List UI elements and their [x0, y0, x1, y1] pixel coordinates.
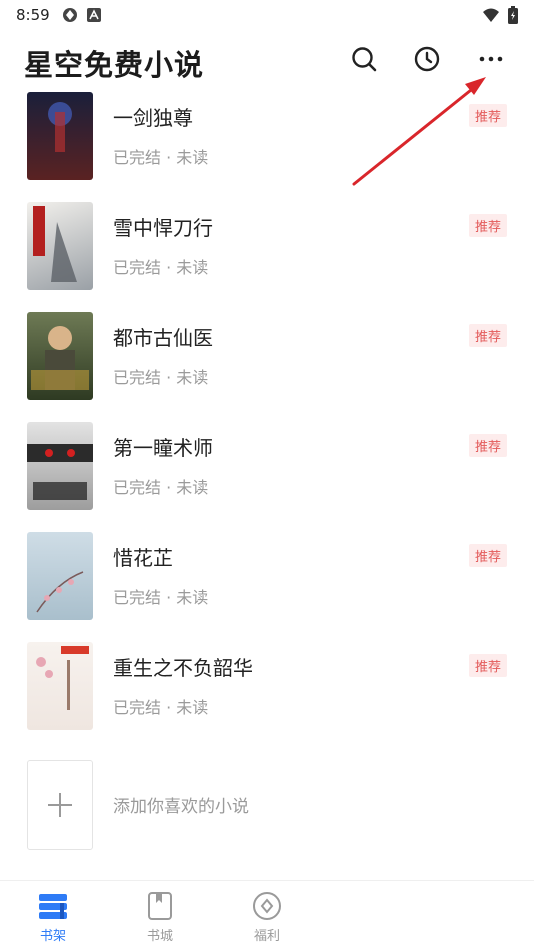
- status-time: 8:59: [16, 6, 50, 24]
- more-dots-icon: [479, 56, 503, 62]
- book-cover: [27, 312, 93, 400]
- book-title: 第一瞳术师: [113, 436, 213, 460]
- book-title: 惜花芷: [113, 546, 173, 570]
- book-title: 一剑独尊: [113, 106, 193, 130]
- history-button[interactable]: [412, 44, 442, 74]
- search-button[interactable]: [349, 44, 379, 74]
- wifi-icon: [482, 7, 500, 27]
- tab-label: 书架: [39, 929, 66, 944]
- tab-label: 书城: [146, 929, 173, 944]
- book-cover: [27, 642, 93, 730]
- recommend-badge: 推荐: [468, 434, 507, 457]
- book-row[interactable]: 第一瞳术师 已完结 · 未读 推荐: [0, 422, 534, 532]
- page-title: 星空免费小说: [24, 48, 205, 82]
- book-row[interactable]: 重生之不负韶华 已完结 · 未读 推荐: [0, 642, 534, 752]
- recommend-badge: 推荐: [468, 324, 507, 347]
- book-title: 重生之不负韶华: [113, 656, 253, 680]
- book-row[interactable]: 雪中悍刀行 已完结 · 未读 推荐: [0, 202, 534, 312]
- tab-bookstore[interactable]: 书城: [130, 891, 190, 947]
- book-status: 已完结 · 未读: [113, 698, 209, 717]
- more-button[interactable]: [476, 44, 506, 74]
- search-icon: [352, 47, 377, 72]
- recommend-badge: 推荐: [468, 214, 507, 237]
- vpn-icon: [62, 7, 78, 23]
- bookshelf-icon: [39, 894, 67, 919]
- recommend-badge: 推荐: [468, 104, 507, 127]
- book-status: 已完结 · 未读: [113, 478, 209, 497]
- book-icon: [148, 892, 172, 920]
- status-bar: 8:59: [0, 0, 534, 30]
- notification-a-icon: [86, 7, 102, 23]
- book-cover: [27, 202, 93, 290]
- book-row[interactable]: 一剑独尊 已完结 · 未读 推荐: [0, 92, 534, 202]
- add-book-button[interactable]: [27, 760, 93, 850]
- book-status: 已完结 · 未读: [113, 588, 209, 607]
- book-title: 雪中悍刀行: [113, 216, 213, 240]
- clock-icon: [414, 46, 440, 72]
- tab-bookshelf[interactable]: 书架: [23, 891, 83, 947]
- bottom-tab-bar: 书架 书城 福利: [0, 880, 534, 950]
- battery-icon: [508, 6, 518, 28]
- book-status: 已完结 · 未读: [113, 148, 209, 167]
- book-cover: [27, 532, 93, 620]
- tab-welfare[interactable]: 福利: [237, 891, 297, 947]
- book-cover: [27, 92, 93, 180]
- plus-icon: [48, 793, 72, 817]
- book-row[interactable]: 惜花芷 已完结 · 未读 推荐: [0, 532, 534, 642]
- book-status: 已完结 · 未读: [113, 258, 209, 277]
- recommend-badge: 推荐: [468, 544, 507, 567]
- status-right-icons: [482, 6, 518, 28]
- book-cover: [27, 422, 93, 510]
- welfare-icon: [253, 892, 281, 920]
- add-book-row[interactable]: 添加你喜欢的小说: [0, 760, 534, 852]
- book-status: 已完结 · 未读: [113, 368, 209, 387]
- tab-label: 福利: [253, 929, 280, 944]
- book-title: 都市古仙医: [113, 326, 213, 350]
- app-header: 星空免费小说: [0, 30, 534, 96]
- recommend-badge: 推荐: [468, 654, 507, 677]
- book-row[interactable]: 都市古仙医 已完结 · 未读 推荐: [0, 312, 534, 422]
- add-book-label: 添加你喜欢的小说: [113, 797, 249, 817]
